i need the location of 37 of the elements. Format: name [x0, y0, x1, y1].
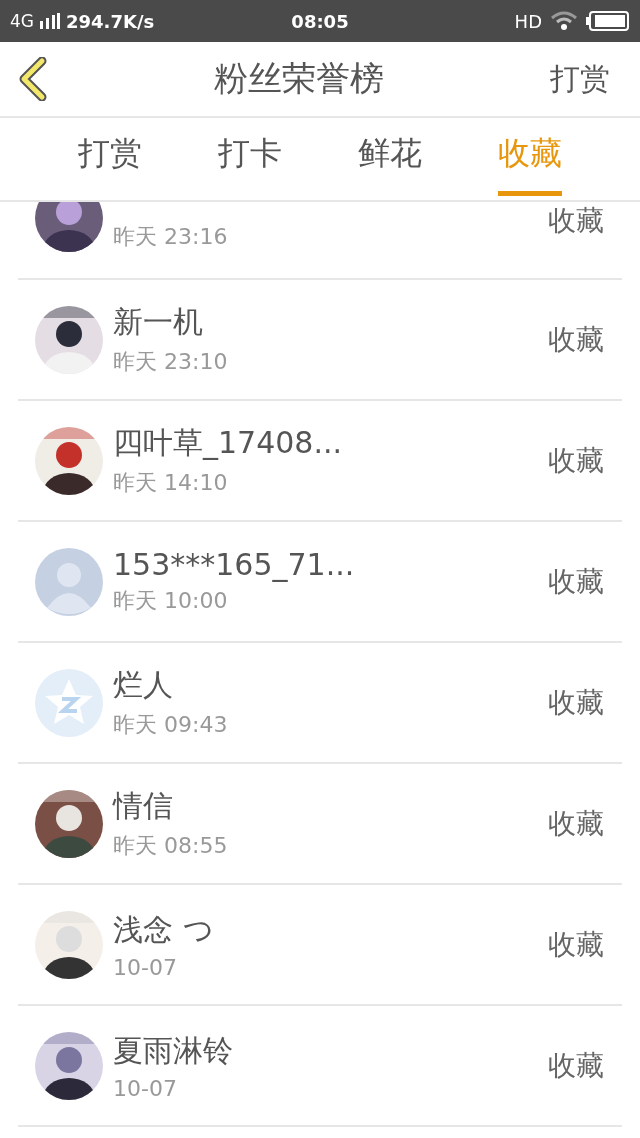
reward-button[interactable]: 打赏 [550, 58, 610, 100]
clock: 08:05 [291, 10, 349, 32]
user-name: 浅念 つ [113, 910, 215, 949]
time-label: 昨天 23:10 [113, 348, 229, 376]
battery-icon [586, 11, 630, 31]
action-label: 收藏 [548, 926, 604, 963]
time-label: 昨天 08:55 [113, 832, 229, 860]
user-name: 153***165_71... [113, 547, 356, 582]
action-label: 收藏 [548, 442, 604, 479]
time-label: 昨天 14:10 [113, 469, 229, 497]
action-label: 收藏 [548, 321, 604, 358]
user-name: 新一机 [113, 303, 204, 341]
wifi-icon [550, 11, 578, 31]
time-label: 昨天 09:43 [113, 711, 229, 739]
user-name: 烂人 [113, 666, 174, 704]
time-label: 昨天 10:00 [113, 587, 229, 615]
back-icon[interactable] [18, 57, 48, 101]
time-label: 10-07 [113, 1075, 178, 1101]
action-label: 收藏 [548, 684, 604, 721]
action-label: 收藏 [548, 563, 604, 600]
tab[interactable]: 鲜花 [358, 118, 422, 196]
time-label: 昨天 23:16 [113, 223, 229, 251]
user-name: 四叶草_17408... [113, 424, 344, 462]
user-name: 夏雨淋铃 [113, 1031, 234, 1070]
action-label: 收藏 [548, 1047, 604, 1084]
time-label: 10-07 [113, 954, 178, 980]
avatar-icon [35, 547, 103, 616]
action-label: 收藏 [548, 203, 604, 239]
user-name: 情信 [113, 787, 174, 825]
network-speed: 294.7K/s [66, 10, 155, 32]
network-type: 4G [10, 11, 34, 31]
tab[interactable]: 打卡 [218, 118, 282, 196]
action-label: 收藏 [548, 805, 604, 842]
tab[interactable]: 打赏 [78, 118, 142, 196]
signal-icon [40, 13, 60, 29]
page-title: 粉丝荣誉榜 [214, 57, 384, 100]
hd-indicator: HD [514, 10, 542, 32]
